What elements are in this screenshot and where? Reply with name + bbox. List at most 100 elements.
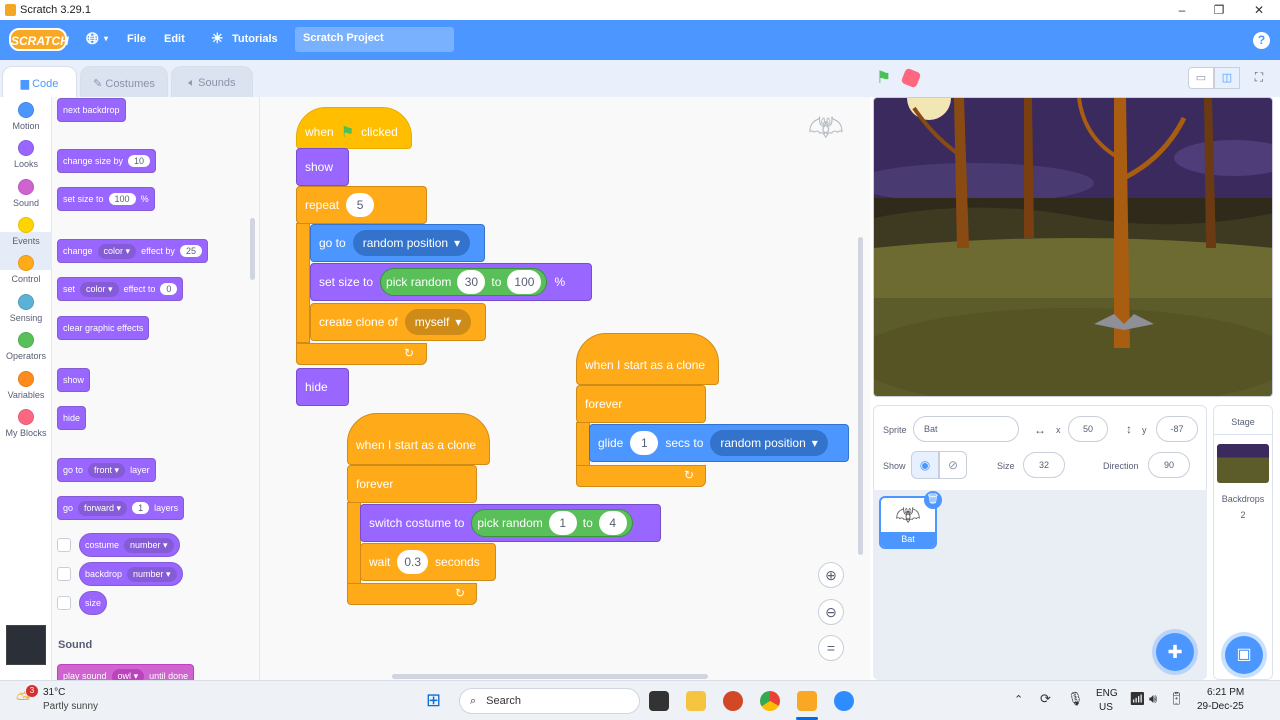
switch-costume-block[interactable]: switch costume to pick random 1 to 4 (360, 504, 661, 542)
canvas-horizontal-scrollbar[interactable] (392, 674, 708, 679)
scratch-logo[interactable]: SCRATCH (9, 28, 69, 51)
help-icon[interactable]: ? (1253, 32, 1270, 49)
tab-code[interactable]: ▆ Code (2, 66, 77, 97)
costume-random-from-input[interactable]: 1 (548, 511, 577, 535)
zoom-in-button[interactable]: ⊕ (818, 562, 844, 588)
when-i-start-as-clone-hat-2[interactable]: when I start as a clone (347, 413, 490, 465)
microphone-icon[interactable]: 🎙︎ (1067, 691, 1084, 707)
layer-dropdown[interactable]: front ▾ (88, 462, 126, 478)
category-motion[interactable]: Motion (0, 102, 52, 131)
create-clone-block[interactable]: create clone of myself ▾ (310, 303, 486, 341)
green-flag-button[interactable]: ⚑ (876, 68, 891, 88)
category-control[interactable]: Control (0, 255, 52, 284)
costume-monitor-checkbox[interactable] (57, 538, 71, 552)
when-flag-clicked-block[interactable]: when ⚑ clicked (296, 107, 412, 149)
language-region[interactable]: US (1099, 702, 1113, 713)
chrome-icon[interactable] (760, 691, 780, 711)
wait-seconds-input[interactable]: 0.3 (397, 550, 429, 574)
tab-sounds[interactable]: 🔈︎ Sounds (171, 66, 253, 97)
palette-costume-number[interactable]: costume number ▾ (79, 533, 180, 557)
palette-change-size-by[interactable]: change size by 10 (57, 149, 157, 173)
layers-input[interactable]: 1 (132, 502, 150, 514)
volume-icon[interactable]: 🔊︎ (1149, 691, 1157, 707)
stop-button[interactable] (900, 67, 922, 89)
palette-next-backdrop[interactable]: next backdrop (57, 98, 126, 122)
palette-size[interactable]: size (79, 591, 108, 615)
stage-canvas[interactable] (873, 97, 1273, 397)
scratch-taskbar-icon[interactable] (797, 691, 817, 711)
pick-random-operator-2[interactable]: pick random 1 to 4 (471, 509, 633, 537)
category-looks[interactable]: Looks (0, 140, 52, 169)
clone-target-dropdown[interactable]: myself ▾ (404, 309, 472, 335)
category-events[interactable]: Events (0, 217, 52, 246)
wait-block[interactable]: wait 0.3 seconds (360, 543, 496, 581)
chevron-up-icon[interactable]: ⌃ (1014, 693, 1023, 706)
glide-target-dropdown[interactable]: random position ▾ (710, 430, 828, 456)
forever-block-2[interactable]: forever (347, 465, 477, 503)
set-effect-input[interactable]: 0 (160, 283, 178, 295)
go-to-block[interactable]: go to random position ▾ (310, 224, 485, 262)
powerpoint-icon[interactable] (723, 691, 743, 711)
y-input[interactable]: -87 (1156, 416, 1198, 442)
clock-date[interactable]: 29-Dec-25 (1197, 701, 1244, 712)
palette-show[interactable]: show (57, 368, 91, 392)
file-explorer-icon[interactable] (686, 691, 706, 711)
stage-selector-pane[interactable]: Stage Backdrops 2 ▣ (1213, 405, 1273, 680)
choose-sprite-button[interactable]: ✚ (1156, 633, 1194, 671)
palette-clear-graphic-effects[interactable]: clear graphic effects (57, 316, 150, 340)
taskbar-search[interactable]: ⌕ Search (459, 688, 640, 714)
when-i-start-as-clone-hat-3[interactable]: when I start as a clone (576, 333, 719, 385)
set-effect-dropdown[interactable]: color ▾ (80, 281, 119, 297)
category-sound[interactable]: Sound (0, 179, 52, 208)
globe-icon[interactable]: 🌐︎ (86, 31, 99, 49)
project-title-input[interactable]: Scratch Project (295, 27, 454, 52)
size-input[interactable]: 32 (1023, 452, 1065, 478)
random-to-input[interactable]: 100 (507, 270, 542, 294)
stage-thumbnail[interactable] (1217, 444, 1269, 483)
palette-backdrop-number[interactable]: backdrop number ▾ (79, 562, 183, 586)
random-from-input[interactable]: 30 (457, 270, 486, 294)
effect-dropdown[interactable]: color ▾ (97, 243, 137, 259)
backdrop-monitor-checkbox[interactable] (57, 567, 71, 581)
choose-backdrop-button[interactable]: ▣ (1225, 636, 1263, 674)
sound-dropdown[interactable]: owl ▾ (111, 668, 145, 680)
change-size-input[interactable]: 10 (128, 155, 151, 167)
palette-set-size-to[interactable]: set size to 100% (57, 187, 155, 211)
costume-number-dropdown[interactable]: number ▾ (124, 537, 174, 553)
backdrop-number-dropdown[interactable]: number ▾ (127, 566, 177, 582)
palette-play-sound-until-done[interactable]: play sound owl ▾ until done (57, 664, 195, 680)
minimize-button[interactable]: – (1174, 2, 1190, 18)
wifi-icon[interactable]: 📶︎ (1129, 691, 1146, 707)
glide-block[interactable]: glide 1 secs to random position ▾ (589, 424, 849, 462)
change-effect-input[interactable]: 25 (179, 245, 202, 257)
category-my-blocks[interactable]: My Blocks (0, 409, 52, 438)
close-button[interactable]: ✕ (1251, 2, 1267, 18)
palette-scrollbar[interactable] (250, 218, 255, 280)
windows-start-icon[interactable]: ⊞ (426, 690, 441, 711)
set-size-input[interactable]: 100 (108, 193, 136, 205)
tab-costumes[interactable]: ✎ Costumes (80, 66, 168, 97)
pick-random-operator[interactable]: pick random 30 to 100 (380, 268, 548, 296)
category-variables[interactable]: Variables (0, 371, 52, 400)
category-operators[interactable]: Operators (0, 332, 52, 361)
forward-dropdown[interactable]: forward ▾ (78, 500, 128, 516)
direction-input[interactable]: 90 (1148, 452, 1190, 478)
palette-hide[interactable]: hide (57, 406, 87, 430)
palette-set-effect[interactable]: set color ▾ effect to 0 (57, 277, 184, 301)
sync-icon[interactable]: ⟳ (1040, 691, 1051, 707)
maximize-button[interactable]: ❐ (1211, 2, 1227, 18)
sprite-name-input[interactable]: Bat (913, 416, 1019, 442)
palette-go-to-layer[interactable]: go to front ▾ layer (57, 458, 156, 482)
canvas-vertical-scrollbar[interactable] (858, 237, 863, 555)
task-view-icon[interactable] (649, 691, 669, 711)
file-menu[interactable]: File (127, 33, 146, 45)
battery-icon[interactable]: 🔋︎ (1168, 691, 1185, 707)
show-visible-button[interactable]: ◉ (911, 451, 939, 479)
zoom-out-button[interactable]: ⊖ (818, 599, 844, 625)
language-code[interactable]: ENG (1096, 688, 1118, 699)
category-sensing[interactable]: Sensing (0, 294, 52, 323)
costume-random-to-input[interactable]: 4 (598, 511, 627, 535)
forever-block-3[interactable]: forever (576, 385, 706, 423)
repeat-count-input[interactable]: 5 (346, 193, 375, 217)
repeat-block[interactable]: repeat 5 (296, 186, 427, 224)
